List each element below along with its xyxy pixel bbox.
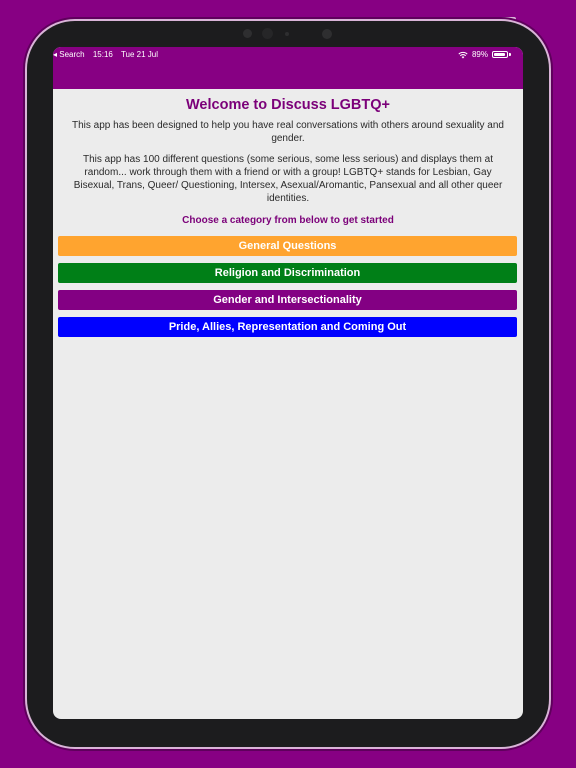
gender-intersectionality-button[interactable]: Gender and Intersectionality xyxy=(58,290,517,310)
description-text: This app has 100 different questions (so… xyxy=(73,154,503,204)
main-content: Welcome to Discuss LGBTQ+ This app has b… xyxy=(53,89,523,344)
app-screen: ◂ Search 15:16 Tue 21 Jul 89% Welcome to… xyxy=(53,47,523,719)
camera-sensor xyxy=(243,29,252,38)
back-to-search-link[interactable]: ◂ Search xyxy=(53,50,85,59)
battery-icon xyxy=(492,51,508,58)
camera-sensor xyxy=(285,32,289,36)
religion-discrimination-button[interactable]: Religion and Discrimination xyxy=(58,263,517,283)
battery-tip xyxy=(509,53,511,56)
choose-category-prompt: Choose a category from below to get star… xyxy=(182,215,394,226)
status-bar: ◂ Search 15:16 Tue 21 Jul 89% xyxy=(53,50,523,64)
wifi-icon xyxy=(458,51,468,58)
battery-fill xyxy=(494,53,505,56)
general-questions-button[interactable]: General Questions xyxy=(58,236,517,256)
camera-sensor xyxy=(322,29,332,39)
status-date: Tue 21 Jul xyxy=(120,50,158,59)
app-header: ◂ Search 15:16 Tue 21 Jul 89% xyxy=(53,47,523,89)
pride-allies-button[interactable]: Pride, Allies, Representation and Coming… xyxy=(58,317,517,337)
camera-icon xyxy=(262,28,273,39)
intro-text: This app has been designed to help you h… xyxy=(72,120,504,144)
status-time: 15:16 xyxy=(92,50,113,59)
page-title: Welcome to Discuss LGBTQ+ xyxy=(186,97,390,113)
battery-percent: 89% xyxy=(471,50,488,59)
category-list: General Questions Religion and Discrimin… xyxy=(53,236,523,337)
